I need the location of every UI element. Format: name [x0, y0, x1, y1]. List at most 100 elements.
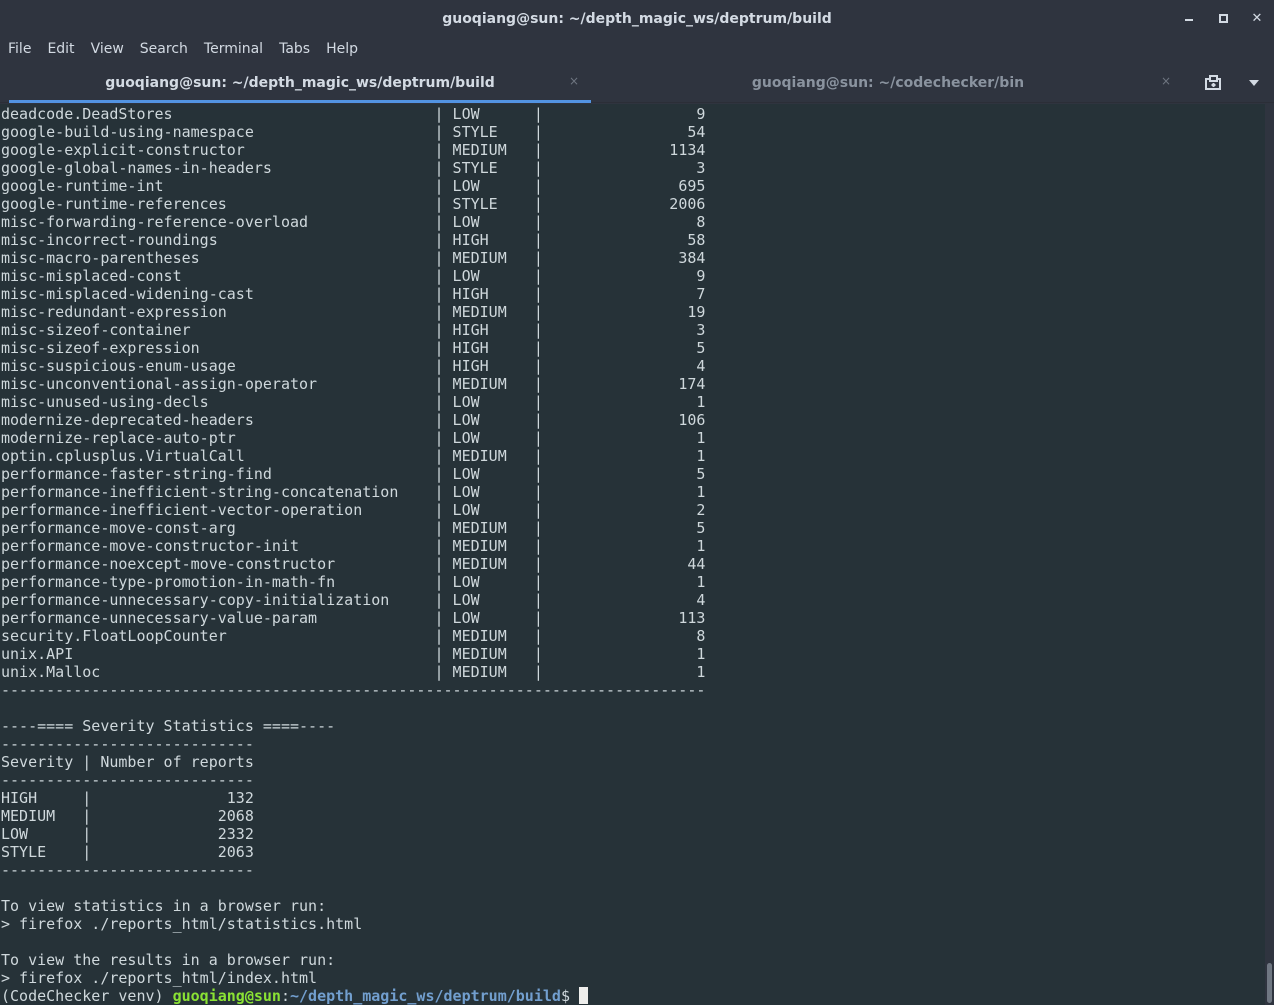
tabs-menu-button[interactable]: [1234, 62, 1274, 103]
results-command: > firefox ./reports_html/index.html: [1, 969, 705, 987]
checker-row: performance-faster-string-find | LOW | 5: [1, 465, 706, 483]
checker-row: misc-unused-using-decls | LOW | 1: [1, 393, 706, 411]
checker-severity: HIGH: [452, 339, 534, 357]
checker-name: performance-unnecessary-copy-initializat…: [1, 591, 435, 609]
maximize-icon: [1218, 14, 1228, 23]
table-rule: ----------------------------------------…: [1, 681, 705, 699]
menu-tabs[interactable]: Tabs: [271, 37, 318, 62]
checker-count: 1: [542, 393, 706, 411]
menu-edit[interactable]: Edit: [39, 37, 82, 62]
minimize-button[interactable]: [1172, 0, 1206, 37]
prompt-path: ~/depth_magic_ws/deptrum/build: [290, 987, 561, 1005]
tab-build[interactable]: guoqiang@sun: ~/depth_magic_ws/deptrum/b…: [9, 62, 591, 103]
checker-severity: MEDIUM: [452, 537, 534, 555]
checker-severity: MEDIUM: [452, 375, 534, 393]
window-title: guoqiang@sun: ~/depth_magic_ws/deptrum/b…: [442, 10, 832, 27]
checker-count: 5: [542, 339, 706, 357]
checker-severity: LOW: [452, 105, 534, 123]
menu-terminal[interactable]: Terminal: [196, 37, 271, 62]
checker-severity: HIGH: [452, 357, 534, 375]
checker-severity: HIGH: [452, 321, 534, 339]
checker-name: deadcode.DeadStores: [1, 105, 435, 123]
checker-row: misc-sizeof-container | HIGH | 3: [1, 321, 706, 339]
checker-count: 106: [542, 411, 706, 429]
tab-codechecker[interactable]: guoqiang@sun: ~/codechecker/bin ×: [593, 62, 1183, 103]
checker-severity: HIGH: [452, 231, 534, 249]
checker-name: google-runtime-int: [1, 177, 435, 195]
checker-name: security.FloatLoopCounter: [1, 627, 435, 645]
checker-count: 7: [542, 285, 706, 303]
checker-name: performance-move-const-arg: [1, 519, 435, 537]
tab-close-icon[interactable]: ×: [569, 74, 579, 88]
checker-severity: MEDIUM: [452, 141, 534, 159]
checker-count: 4: [542, 357, 706, 375]
checker-row: performance-unnecessary-copy-initializat…: [1, 591, 706, 609]
hint-text: To view statistics in a browser run:: [1, 897, 327, 915]
severity-row: MEDIUM | 2068: [1, 807, 254, 825]
prompt-line: (CodeChecker venv) guoqiang@sun:~/depth_…: [1, 987, 705, 1005]
checker-severity: LOW: [452, 465, 534, 483]
terminal-lines: deadcode.DeadStores | LOW | 9 google-buil…: [1, 105, 705, 1005]
window-titlebar[interactable]: guoqiang@sun: ~/depth_magic_ws/deptrum/b…: [0, 0, 1274, 37]
checker-count: 9: [542, 267, 706, 285]
menu-search[interactable]: Search: [132, 37, 196, 62]
prompt-separator: :: [280, 987, 290, 1005]
new-tab-button[interactable]: [1194, 62, 1234, 103]
checker-severity: MEDIUM: [452, 303, 534, 321]
terminal-output[interactable]: deadcode.DeadStores | LOW | 9 google-buil…: [0, 104, 1265, 1005]
severity-title: ----==== Severity Statistics ====----: [1, 717, 705, 735]
checker-row: misc-misplaced-widening-cast | HIGH | 7: [1, 285, 706, 303]
severity-name: MEDIUM: [1, 807, 83, 825]
checker-row: performance-inefficient-string-concatena…: [1, 483, 706, 501]
checker-severity: HIGH: [452, 285, 534, 303]
severity-name: LOW: [1, 825, 83, 843]
menu-view[interactable]: View: [83, 37, 132, 62]
checker-row: misc-macro-parentheses | MEDIUM | 384: [1, 249, 706, 267]
checker-row: modernize-replace-auto-ptr | LOW | 1: [1, 429, 706, 447]
checker-row: performance-noexcept-move-constructor | …: [1, 555, 706, 573]
prompt-user-host: guoqiang@sun: [172, 987, 281, 1005]
checker-severity: MEDIUM: [452, 447, 534, 465]
checker-count: 9: [542, 105, 706, 123]
checker-name: modernize-replace-auto-ptr: [1, 429, 435, 447]
checker-name: misc-incorrect-roundings: [1, 231, 435, 249]
menu-help[interactable]: Help: [318, 37, 366, 62]
checker-row: misc-sizeof-expression | HIGH | 5: [1, 339, 706, 357]
severity-row: STYLE | 2063: [1, 843, 254, 861]
menu-file[interactable]: File: [0, 37, 39, 62]
tab-close-icon[interactable]: ×: [1161, 74, 1171, 88]
checker-count: 2: [542, 501, 706, 519]
checker-row: performance-move-const-arg | MEDIUM | 5: [1, 519, 706, 537]
checker-name: misc-sizeof-expression: [1, 339, 435, 357]
checker-row: performance-inefficient-vector-operation…: [1, 501, 706, 519]
checker-name: optin.cplusplus.VirtualCall: [1, 447, 435, 465]
checker-count: 19: [542, 303, 706, 321]
severity-row: HIGH | 132: [1, 789, 254, 807]
checker-row: misc-unconventional-assign-operator | ME…: [1, 375, 706, 393]
chevron-down-icon: [1249, 79, 1259, 86]
checker-severity: LOW: [452, 609, 534, 627]
checker-row: misc-forwarding-reference-overload | LOW…: [1, 213, 706, 231]
maximize-button[interactable]: [1206, 0, 1240, 37]
checker-row: misc-suspicious-enum-usage | HIGH | 4: [1, 357, 706, 375]
terminal-cursor: [579, 987, 588, 1004]
checker-count: 1134: [542, 141, 706, 159]
severity-title-text: ----==== Severity Statistics ====----: [1, 717, 336, 735]
minimize-icon: [1185, 18, 1193, 21]
scrollbar-thumb[interactable]: [1267, 963, 1272, 1003]
checker-row: misc-redundant-expression | MEDIUM | 19: [1, 303, 706, 321]
close-button[interactable]: ✕: [1240, 0, 1274, 37]
checker-name: performance-unnecessary-value-param: [1, 609, 435, 627]
checker-row: security.FloatLoopCounter | MEDIUM | 8: [1, 627, 706, 645]
checker-name: misc-forwarding-reference-overload: [1, 213, 435, 231]
close-icon: ✕: [1251, 11, 1263, 26]
terminal-scrollbar[interactable]: [1265, 104, 1274, 1005]
checker-name: misc-suspicious-enum-usage: [1, 357, 435, 375]
window-controls: ✕: [1172, 0, 1274, 37]
severity-name: HIGH: [1, 789, 83, 807]
checker-count: 8: [542, 213, 706, 231]
checker-row: deadcode.DeadStores | LOW | 9: [1, 105, 706, 123]
stats-command: > firefox ./reports_html/statistics.html: [1, 915, 705, 933]
checker-severity: MEDIUM: [452, 645, 534, 663]
checker-name: performance-faster-string-find: [1, 465, 435, 483]
